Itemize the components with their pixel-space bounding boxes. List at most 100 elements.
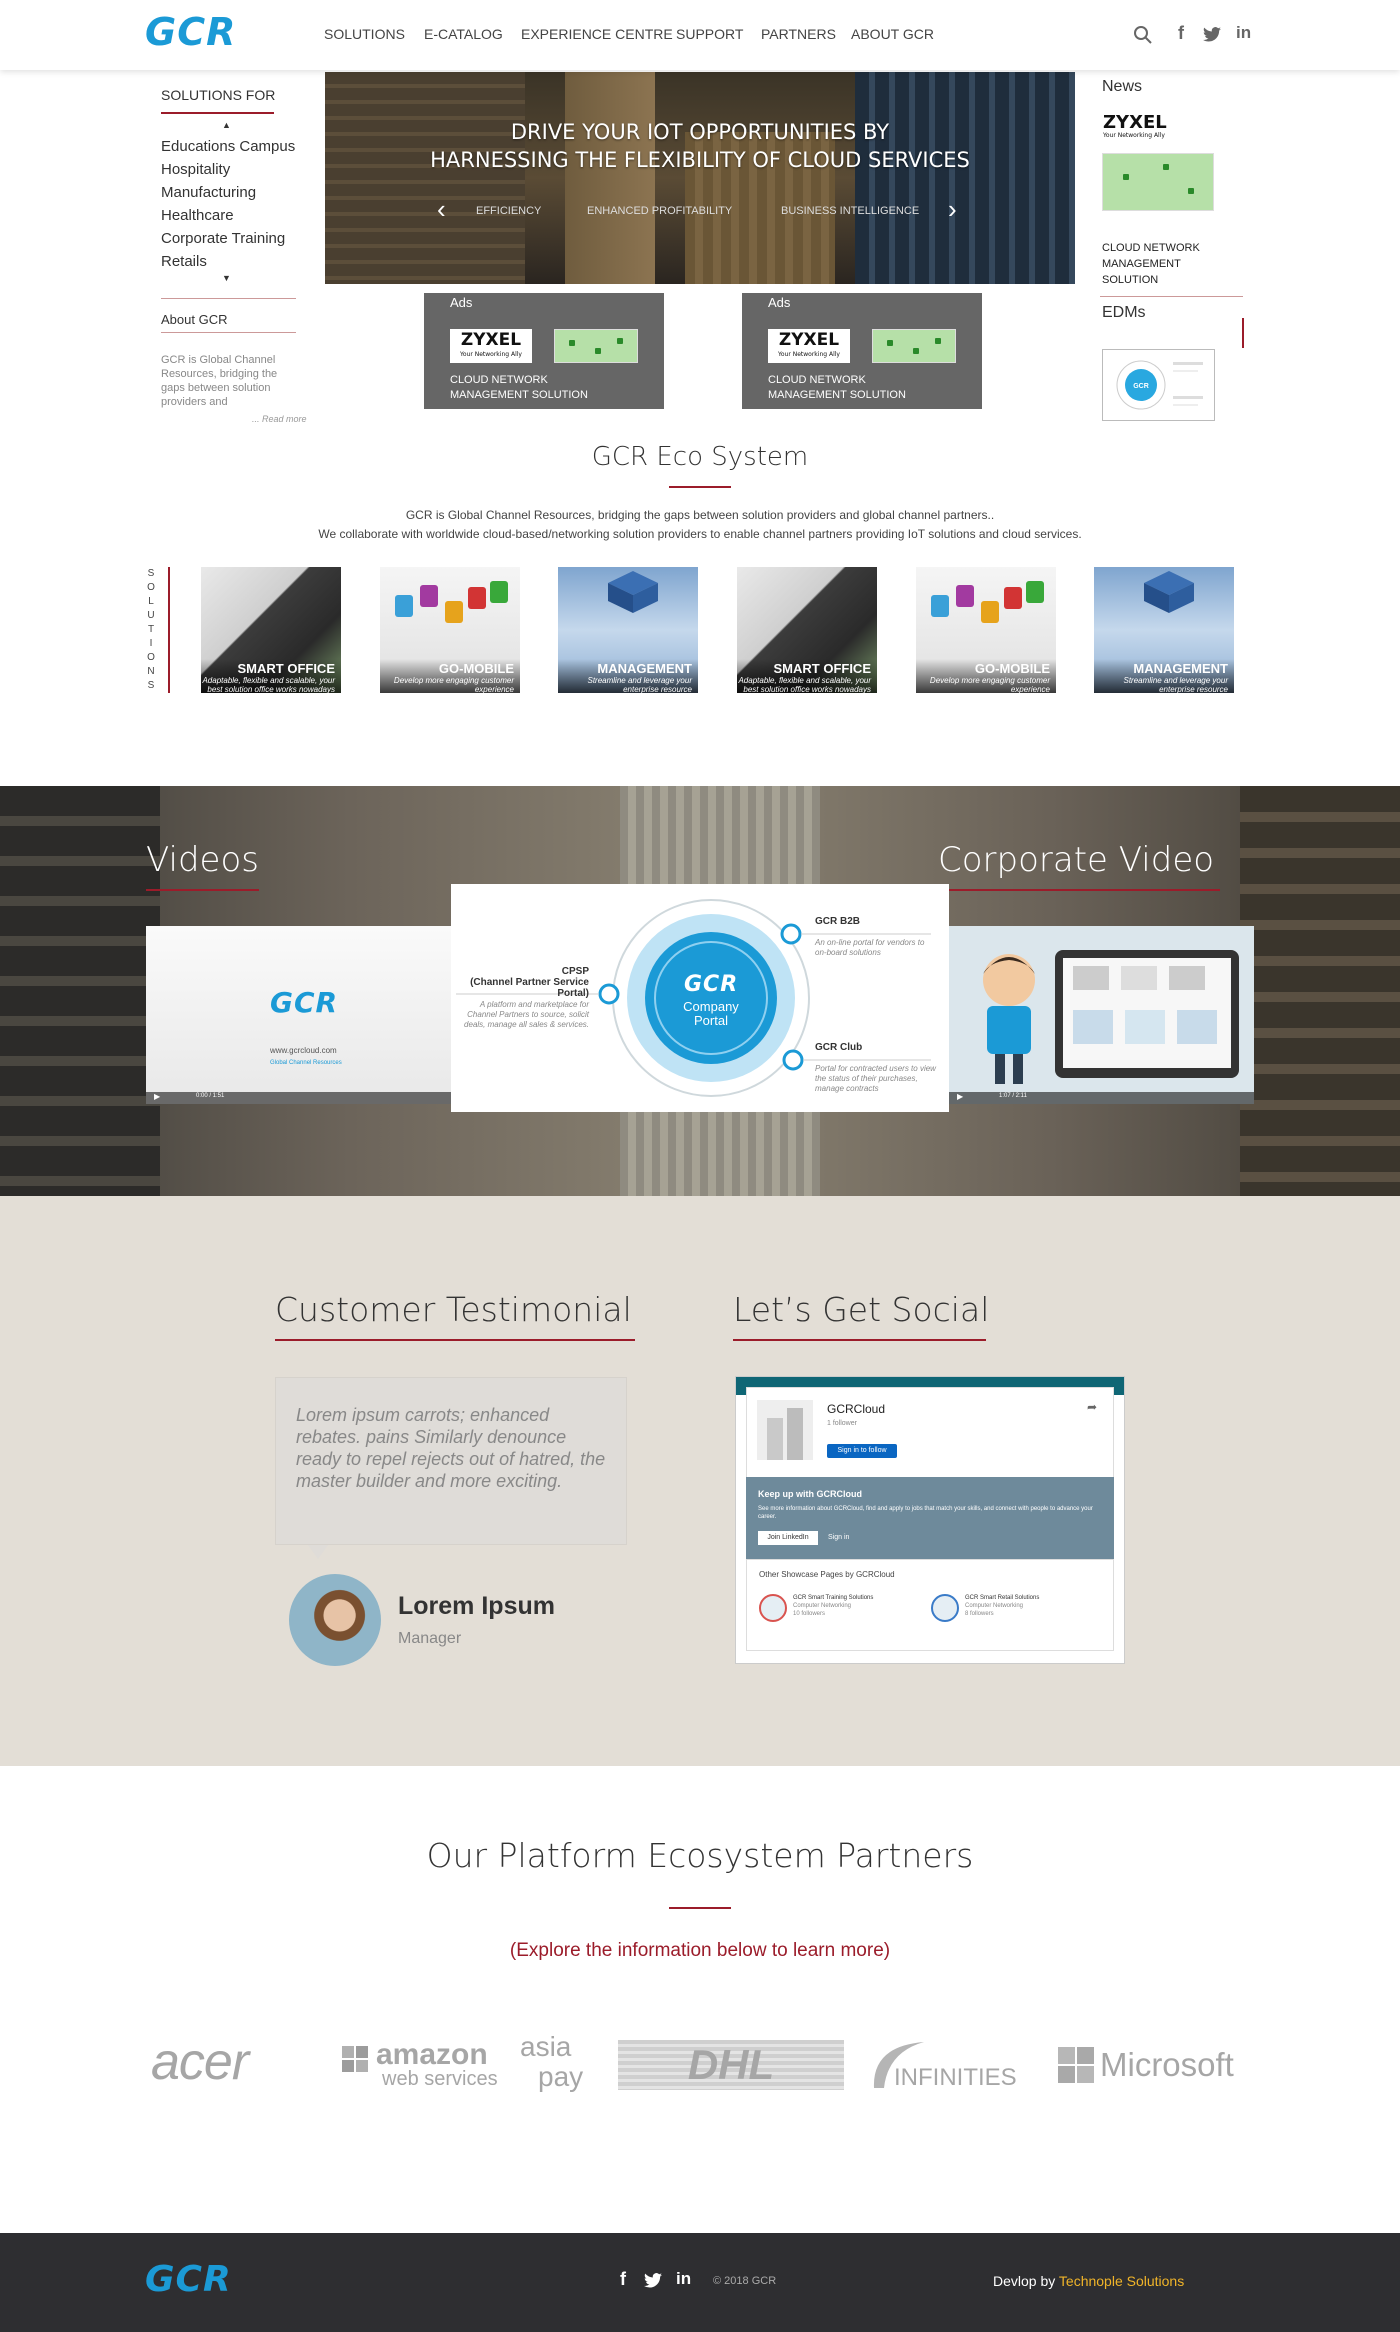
company-name[interactable]: GCRCloud (827, 1402, 885, 1416)
sign-in-to-follow-button[interactable]: Sign in to follow (827, 1444, 897, 1458)
edms-scroll-marker (1242, 318, 1244, 348)
svg-text:GCR: GCR (1133, 383, 1149, 390)
ad-card[interactable]: Ads ZYXEL Your Networking Ally CLOUD NETW… (424, 293, 664, 409)
hero-tab-business-intelligence[interactable]: BUSINESS INTELLIGENCE (781, 205, 919, 217)
keep-up-card: Keep up with GCRCloud See more informati… (746, 1477, 1114, 1559)
sign-in-link[interactable]: Sign in (828, 1534, 849, 1541)
showcase-icon (759, 1594, 787, 1622)
video-controls[interactable]: ▶ 1:07 / 2:11 (949, 1092, 1254, 1104)
ad-label: Ads (450, 295, 473, 310)
showcase-heading: Other Showcase Pages by GCRCloud (759, 1570, 895, 1579)
developer-credit: Devlop by Technople Solutions (993, 2273, 1185, 2289)
tile-smart-office[interactable]: SMART OFFICE Adaptable, flexible and scal… (737, 567, 877, 693)
video-controls[interactable]: ▶ 0:00 / 1:51 (146, 1092, 466, 1104)
solution-item[interactable]: Retails (161, 250, 295, 273)
testimonial-name: Lorem Ipsum (398, 1592, 555, 1620)
avatar (289, 1574, 381, 1666)
eco-underline (669, 486, 731, 488)
b2b-desc: An on-line portal for vendors to on-boar… (815, 938, 925, 957)
play-icon[interactable]: ▶ (154, 1092, 160, 1101)
eco-description: GCR is Global Channel Resources, bridgin… (318, 508, 1082, 541)
solutions-marker (168, 567, 170, 693)
tile-management[interactable]: MANAGEMENT Streamline and leverage your e… (558, 567, 698, 693)
scroll-down-icon[interactable]: ▼ (222, 273, 231, 283)
twitter-icon[interactable] (1203, 27, 1221, 42)
nav-experience-centre[interactable]: EXPERIENCE CENTRE (521, 26, 673, 42)
nav-e-catalog[interactable]: E-CATALOG (424, 26, 503, 42)
news-heading: News (1102, 78, 1143, 95)
cpsp-title: CPSP (Channel Partner Service Portal) (470, 966, 589, 999)
nav-support[interactable]: SUPPORT (676, 26, 743, 42)
join-linkedin-button[interactable]: Join LinkedIn (758, 1531, 818, 1545)
company-portal-panel[interactable]: GCR Company Portal CPSP (Channel Partner S… (451, 884, 949, 1112)
dhl-logo[interactable]: DHL (618, 2040, 844, 2090)
solutions-heading: SOLUTIONS FOR (161, 87, 276, 103)
tile-smart-office[interactable]: SMART OFFICE Adaptable, flexible and scal… (201, 567, 341, 693)
club-desc: Portal for contracted users to view the … (815, 1064, 936, 1093)
nav-partners[interactable]: PARTNERS (761, 26, 836, 42)
social-underline (733, 1339, 986, 1341)
prev-arrow-icon[interactable]: ‹ (437, 194, 446, 225)
video-time: 1:07 / 2:11 (999, 1093, 1027, 1099)
news-zyxel-logo[interactable]: ZYXEL Your Networking Ally (1103, 114, 1167, 140)
edms-heading: EDMs (1102, 304, 1146, 321)
showcase-item[interactable]: GCR Smart Retail Solutions Computer Netwo… (965, 1594, 1039, 1618)
ad-card[interactable]: Ads ZYXEL Your Networking Ally CLOUD NETW… (742, 293, 982, 409)
share-icon[interactable]: ➦ (1087, 1400, 1097, 1414)
developer-link[interactable]: Technople Solutions (1059, 2273, 1184, 2289)
edm-thumbnail[interactable]: GCR (1102, 349, 1215, 421)
scroll-up-icon[interactable]: ▲ (222, 120, 231, 130)
facebook-icon[interactable]: f (1178, 23, 1184, 44)
news-caption[interactable]: CLOUD NETWORK MANAGEMENT SOLUTION (1102, 240, 1222, 288)
play-icon[interactable]: ▶ (957, 1092, 963, 1101)
partners-underline (669, 1907, 731, 1909)
tile-management[interactable]: MANAGEMENT Streamline and leverage your e… (1094, 567, 1234, 693)
showcase-icon (931, 1594, 959, 1622)
solution-item[interactable]: Healthcare (161, 204, 295, 227)
showcase-item[interactable]: GCR Smart Training Solutions Computer Net… (793, 1594, 873, 1618)
footer-twitter-icon[interactable] (644, 2273, 662, 2288)
tile-go-mobile[interactable]: GO-MOBILE Develop more engaging customer … (916, 567, 1056, 693)
solutions-list: Educations Campus Hospitality Manufactur… (161, 135, 295, 273)
solution-item[interactable]: Corporate Training (161, 227, 295, 250)
showcase-card: Other Showcase Pages by GCRCloud GCR Sma… (746, 1559, 1114, 1651)
hero-tab-efficiency[interactable]: EFFICIENCY (476, 205, 541, 217)
site-footer: GCR f in © 2018 GCR Devlop by Technople … (0, 2233, 1400, 2332)
ad-label: Ads (768, 295, 791, 310)
company-followers: 1 follower (827, 1420, 857, 1427)
map-image (554, 329, 638, 363)
read-more-link[interactable]: ... Read more (252, 414, 307, 424)
zyxel-logo: ZYXEL Your Networking Ally (450, 329, 532, 363)
club-title: GCR Club (815, 1042, 863, 1053)
solutions-underline (161, 112, 274, 114)
video-player-right[interactable]: ▶ 1:07 / 2:11 (949, 926, 1254, 1104)
search-icon[interactable] (1133, 25, 1153, 45)
nav-about-gcr[interactable]: ABOUT GCR (851, 26, 934, 42)
divider (1100, 296, 1243, 297)
solution-item[interactable]: Hospitality (161, 158, 295, 181)
linkedin-widget: GCRCloud 1 follower Sign in to follow ➦ … (735, 1376, 1125, 1664)
acer-logo[interactable]: acer (151, 2032, 249, 2092)
footer-gcr-logo[interactable]: GCR (145, 2259, 232, 2300)
footer-facebook-icon[interactable]: f (620, 2269, 626, 2290)
news-map-image[interactable] (1102, 153, 1214, 211)
ad-caption: CLOUD NETWORK MANAGEMENT SOLUTION (768, 374, 906, 401)
solution-item[interactable]: Manufacturing (161, 181, 295, 204)
eco-title: GCR Eco System (591, 442, 809, 472)
video-player-left[interactable]: GCR www.gcrcloud.com Global Channel Reso… (146, 926, 466, 1104)
solution-item[interactable]: Educations Campus (161, 135, 295, 158)
testimonial-role: Manager (398, 1630, 462, 1647)
video-tagline: Global Channel Resources (270, 1060, 342, 1066)
b2b-title: GCR B2B (815, 916, 861, 927)
video-url: www.gcrcloud.com (270, 1046, 337, 1055)
linkedin-icon[interactable]: in (1236, 23, 1251, 43)
gcr-logo[interactable]: GCR (145, 10, 236, 54)
testimonial-underline (275, 1339, 635, 1341)
about-heading: About GCR (161, 312, 228, 327)
tile-go-mobile[interactable]: GO-MOBILE Develop more engaging customer … (380, 567, 520, 693)
next-arrow-icon[interactable]: › (948, 194, 957, 225)
nav-solutions[interactable]: SOLUTIONS (324, 26, 405, 42)
hero-tab-profitability[interactable]: ENHANCED PROFITABILITY (587, 205, 732, 217)
asiapay-logo[interactable]: asia pay (520, 2032, 583, 2092)
footer-linkedin-icon[interactable]: in (676, 2269, 691, 2289)
